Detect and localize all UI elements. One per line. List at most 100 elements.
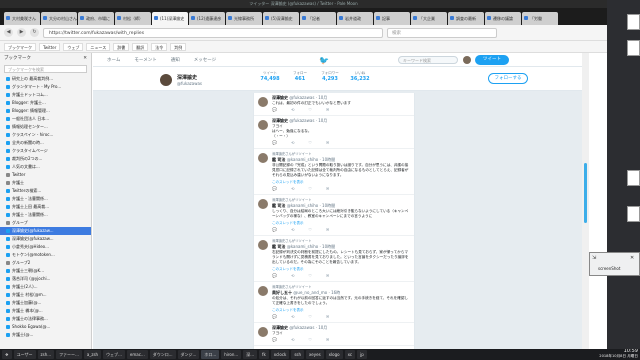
twitter-bird-icon[interactable]: 🐦	[319, 56, 329, 65]
tweet[interactable]: 深澤諭史さんがリツイート鑑 司法 @kanami_shiho · 10時間 しっく…	[254, 195, 414, 236]
browser-tab[interactable]: (5)深澤諭史	[263, 12, 299, 25]
browser-tab[interactable]: 「労働	[522, 12, 558, 25]
taskbar-item[interactable]: xeyes	[306, 350, 324, 359]
bookmark-item[interactable]: Shokko Egawa(@...	[0, 323, 91, 331]
retweet-icon[interactable]: ⟲	[291, 227, 294, 232]
tweet[interactable]: 深澤諭史さんがリツイート 奥好し五十 @ue_no_and_mo · 16時 の処分…	[254, 282, 414, 323]
nav-home[interactable]: ホーム	[107, 57, 120, 63]
tweet-avatar[interactable]	[258, 120, 268, 130]
like-icon[interactable]: ♡	[308, 314, 312, 319]
tweet-avatar[interactable]	[258, 153, 268, 163]
bookmark-item[interactable]: 小倉秀夫(@Hideo...	[0, 243, 91, 251]
desktop-window-thumbnail[interactable]	[627, 14, 640, 30]
bookmark-item[interactable]: 弁護士	[0, 179, 91, 187]
tweet[interactable]: 深澤諭史 @fukazawas · 10月 フヨイ 💬 ⟲ ♡ ✉	[254, 323, 414, 346]
taskbar-item[interactable]: ホロ...	[201, 350, 220, 359]
bookmark-toolbar-item[interactable]: 翻訳	[132, 42, 149, 51]
retweet-icon[interactable]: ⟲	[291, 107, 294, 112]
bookmark-item[interactable]: Blogger: 情報管理...	[0, 107, 91, 115]
profile-avatar[interactable]	[159, 73, 173, 87]
show-thread-link[interactable]: このスレッドを表示	[272, 180, 410, 185]
reply-icon[interactable]: 💬	[272, 186, 277, 191]
like-icon[interactable]: ♡	[308, 337, 312, 342]
bookmark-item[interactable]: 深澤諭史(@fukazaw...	[0, 235, 91, 243]
taskbar-item[interactable]: xclock	[270, 350, 290, 359]
reload-button[interactable]: ↻	[30, 28, 39, 37]
bookmark-item[interactable]: 弁護士(@...	[0, 331, 91, 339]
bookmark-item[interactable]: 弁護士・法曹関係...	[0, 211, 91, 219]
reply-icon[interactable]: 💬	[272, 314, 277, 319]
retweet-icon[interactable]: ⟲	[291, 140, 294, 145]
bookmark-item[interactable]: グランタマート - My Pro...	[0, 83, 91, 91]
show-thread-link[interactable]: このスレッドを表示	[272, 221, 410, 226]
bookmark-item[interactable]: 弁護士 村松(@m...	[0, 291, 91, 299]
tweet[interactable]: 深澤諭史さんがリツイート鑑 司法 @kanami_shiho · 10時間 非公開…	[254, 149, 414, 195]
tweet[interactable]: 深澤諭史 @fukazawas · 10月 フヨイ はへー、勉強になるな。 （・ー…	[254, 116, 414, 149]
bookmark-item[interactable]: 弁護士(2人)...	[0, 283, 91, 291]
browser-tab[interactable]: 「記者	[300, 12, 336, 25]
taskbar-item[interactable]: ❖	[2, 350, 12, 359]
taskbar-item[interactable]: zsh...	[37, 350, 55, 359]
like-icon[interactable]: ♡	[308, 273, 312, 278]
taskbar-item[interactable]: jp	[357, 350, 367, 359]
bookmark-item[interactable]: クラスペイン - hiroc...	[0, 131, 91, 139]
show-thread-link[interactable]: このスレッドを表示	[272, 308, 410, 313]
bookmark-item[interactable]: 人気の文書は...	[0, 163, 91, 171]
screenshot-popup[interactable]: ⇲ ✕ screenShot	[589, 252, 640, 276]
taskbar-item[interactable]: hiron...	[221, 350, 242, 359]
bookmark-toolbar-item[interactable]: ウェブ	[63, 42, 84, 51]
like-icon[interactable]: ♡	[308, 107, 312, 112]
bookmark-item[interactable]: 一般社団法人 日本...	[0, 115, 91, 123]
bookmark-search-input[interactable]: ブックマークを検索	[4, 65, 87, 73]
bookmark-item[interactable]: 深澤諭史(@fukazaw...	[0, 227, 91, 235]
tweet-avatar[interactable]	[258, 199, 268, 209]
show-thread-link[interactable]: このスレッドを表示	[272, 267, 410, 272]
bookmark-item[interactable]: 弁護士ドットコム...	[0, 91, 91, 99]
bookmark-item[interactable]: 弁護士三朝(@K...	[0, 267, 91, 275]
stat-likes[interactable]: いいね 36,232	[345, 71, 375, 82]
account-avatar[interactable]	[463, 56, 471, 64]
bookmark-toolbar-item[interactable]: 判例	[170, 42, 187, 51]
bookmark-toolbar-item[interactable]: ブックマーク	[4, 42, 36, 51]
reply-icon[interactable]: 💬	[272, 227, 277, 232]
sidebar-close-icon[interactable]: ✕	[83, 56, 87, 61]
dm-icon[interactable]: ✉	[326, 140, 329, 145]
dm-icon[interactable]: ✉	[326, 186, 329, 191]
browser-tab[interactable]: (12)遠藤達彦	[189, 12, 225, 25]
browser-tab[interactable]: 「大企業	[411, 12, 447, 25]
browser-tab[interactable]: 政府、市場に	[78, 12, 114, 25]
browser-tab[interactable]: 記事	[374, 12, 410, 25]
nav-moments[interactable]: モーメント	[134, 57, 156, 63]
dm-icon[interactable]: ✉	[326, 273, 329, 278]
taskbar-item[interactable]: xlogo	[325, 350, 343, 359]
desktop-window-thumbnail[interactable]	[627, 206, 640, 222]
taskbar-item[interactable]: emac...	[126, 350, 148, 359]
twitter-search-input[interactable]: キーワード検索	[398, 56, 458, 64]
retweet-icon[interactable]: ⟲	[291, 186, 294, 191]
bookmark-item[interactable]: 弁護士 橋本(@...	[0, 307, 91, 315]
bookmark-item[interactable]: グループ2	[0, 259, 91, 267]
browser-tab[interactable]: 遷移の議論	[485, 12, 521, 25]
browser-tab[interactable]: 光線事務所	[226, 12, 262, 25]
browser-tab[interactable]: 調査の最新	[448, 12, 484, 25]
taskbar-item[interactable]: ファーー...	[56, 350, 82, 359]
bookmark-item[interactable]: 弁護士加藤(@...	[0, 299, 91, 307]
tweet[interactable]: 深澤諭史さんがリツイート鑑 司法 @kanami_shiho · 10時間 右記録…	[254, 236, 414, 282]
browser-tab[interactable]: 大村美咲さん	[4, 12, 40, 25]
dm-icon[interactable]: ✉	[326, 227, 329, 232]
taskbar-item[interactable]: 深...	[243, 350, 258, 359]
bookmark-item[interactable]: 落合洋司 (@yjochi...	[0, 275, 91, 283]
bookmark-item[interactable]: 弁護士上田 最高裁...	[0, 203, 91, 211]
taskbar-item[interactable]: ユーザー	[13, 350, 36, 359]
bookmark-item[interactable]: Twitterの検索...	[0, 187, 91, 195]
reply-icon[interactable]: 💬	[272, 107, 277, 112]
url-bar[interactable]: https://twitter.com/fukazawas/with_repli…	[43, 27, 383, 38]
bookmark-toolbar-item[interactable]: 辞書	[113, 42, 130, 51]
reply-icon[interactable]: 💬	[272, 140, 277, 145]
bookmark-item[interactable]: Twitter	[0, 171, 91, 179]
taskbar-item[interactable]: fk	[259, 350, 269, 359]
browser-tab[interactable]: 大分の村山さん	[41, 12, 77, 25]
stat-followers[interactable]: フォロワー 4,293	[315, 71, 345, 82]
bookmark-item[interactable]: グループ	[0, 219, 91, 227]
tweet[interactable]: 深澤諭史 @fukazawas · 10月 これは、最初の件の訂正でもいいかなと思…	[254, 93, 414, 116]
